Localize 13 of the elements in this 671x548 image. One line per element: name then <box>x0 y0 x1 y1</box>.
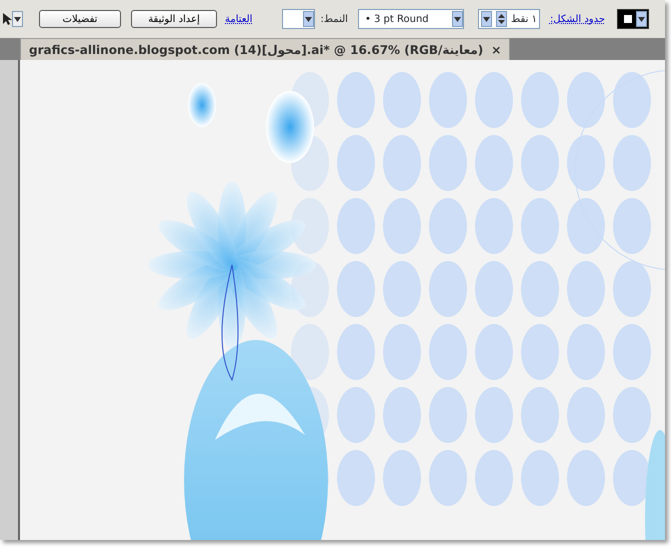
toolbar-button[interactable]: تفضيلات <box>39 10 121 28</box>
selection-tool-icon[interactable] <box>2 12 12 26</box>
document-tab[interactable]: grafics-allinone.blogspot.com (14)[محول].ai* @ 16.67% (RGB/معاينة) × <box>20 38 510 60</box>
stroke-weight-field[interactable]: ١ نقط <box>478 9 540 29</box>
spinner-icon[interactable] <box>496 11 508 27</box>
opacity-link[interactable]: العتامة <box>225 12 252 26</box>
fill-swatch[interactable] <box>617 9 650 29</box>
toolbar-button[interactable]: إعداد الوثيقة <box>131 10 217 28</box>
brush-dropdown[interactable]: • 3 pt Round <box>358 9 464 29</box>
opacity-field[interactable] <box>282 9 316 29</box>
stroke-link[interactable]: حدود الشكل: <box>550 12 606 26</box>
style-label: النمط: <box>320 12 348 26</box>
close-icon[interactable]: × <box>491 40 502 58</box>
